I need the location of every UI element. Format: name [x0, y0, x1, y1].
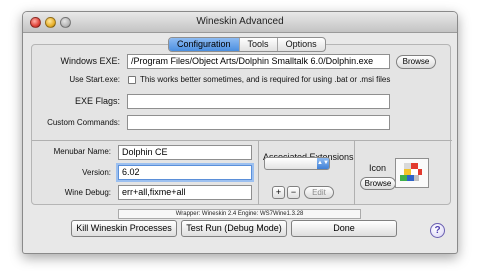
use-start-exe-label: Use Start.exe: [69, 75, 120, 84]
column-divider [258, 141, 259, 205]
done-button[interactable]: Done [291, 220, 397, 237]
custom-commands-field[interactable] [127, 115, 390, 130]
column-divider [354, 141, 355, 205]
icon-browse-button[interactable]: Browse [360, 177, 396, 190]
exe-flags-field[interactable] [127, 94, 390, 109]
popup-arrows-icon: ▲▼ [317, 158, 329, 169]
windows-exe-field[interactable]: /Program Files/Object Arts/Dolphin Small… [127, 54, 390, 69]
help-icon[interactable]: ? [430, 223, 445, 238]
menubar-name-label: Menubar Name: [53, 147, 111, 156]
tab-options[interactable]: Options [276, 38, 325, 51]
custom-commands-label: Custom Commands: [47, 118, 120, 127]
version-field[interactable]: 6.02 [118, 165, 252, 180]
app-icon-preview[interactable] [395, 158, 429, 188]
windows-exe-label: Windows EXE: [60, 56, 120, 66]
exe-browse-button[interactable]: Browse [396, 55, 436, 69]
version-label: Version: [82, 168, 111, 177]
window-title: Wineskin Advanced [196, 16, 284, 27]
wrapper-engine-status: Wrapper: Wineskin 2.4 Engine: WS7Wine1.3… [118, 209, 361, 219]
exe-flags-label: EXE Flags: [74, 96, 120, 106]
use-start-exe-checkbox[interactable] [128, 76, 136, 84]
edit-extension-button[interactable]: Edit [304, 186, 334, 199]
menubar-name-field[interactable]: Dolphin CE [118, 145, 252, 160]
tab-configuration[interactable]: Configuration [169, 38, 239, 51]
tab-tools[interactable]: Tools [238, 38, 277, 51]
test-run-button[interactable]: Test Run (Debug Mode) [181, 220, 287, 237]
remove-extension-button[interactable]: − [287, 186, 300, 199]
wine-debug-label: Wine Debug: [64, 188, 111, 197]
section-divider [32, 140, 452, 141]
title-bar[interactable]: Wineskin Advanced [23, 12, 457, 33]
app-icon-image [400, 163, 422, 181]
wine-debug-field[interactable]: err+all,fixme+all [118, 185, 252, 200]
icon-label: Icon [369, 163, 387, 173]
add-extension-button[interactable]: + [272, 186, 285, 199]
extensions-popup[interactable]: ▲▼ [264, 157, 330, 170]
kill-wineskin-processes-button[interactable]: Kill Wineskin Processes [71, 220, 177, 237]
configuration-panel: Windows EXE: /Program Files/Object Arts/… [31, 44, 452, 205]
wineskin-advanced-window: Wineskin Advanced Configuration Tools Op… [22, 11, 458, 254]
tab-bar: Configuration Tools Options [168, 37, 326, 52]
use-start-exe-description: This works better sometimes, and is requ… [140, 75, 391, 84]
